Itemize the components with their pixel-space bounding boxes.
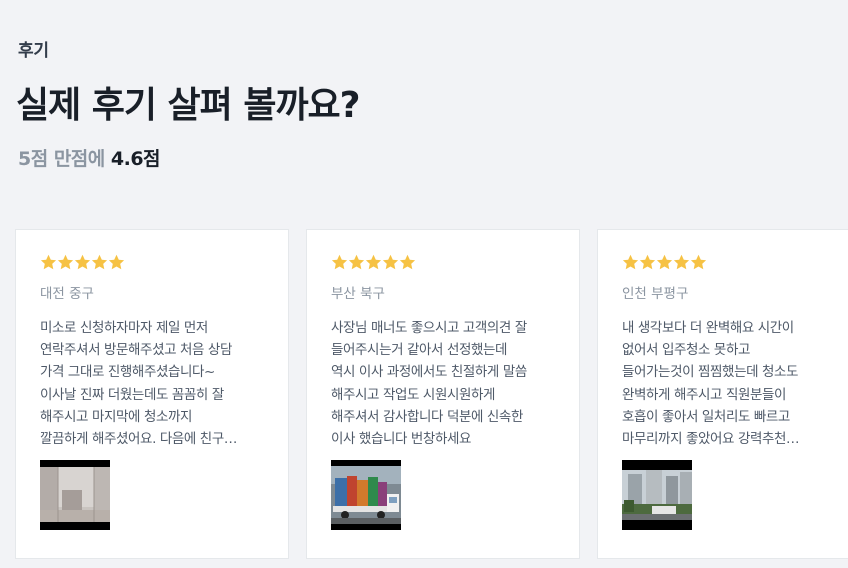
- review-location: 인천 부평구: [622, 286, 689, 302]
- review-card[interactable]: 대전 중구 미소로 신청하자마자 제일 먼저 연락주셔서 방문해주셨고 처음 상…: [15, 229, 289, 559]
- review-text-line: 마무리까지 좋았어요 강력추천…: [622, 431, 800, 448]
- star-icon: [74, 254, 91, 271]
- review-text: 미소로 신청하자마자 제일 먼저 연락주셔서 방문해주셨고 처음 상담 가격 그…: [40, 317, 272, 450]
- score-prefix: 5점 만점에: [18, 148, 111, 170]
- review-text-line: 해주시고 마지막에 청소까지: [40, 408, 193, 425]
- star-rating: [622, 254, 707, 274]
- review-location: 대전 중구: [40, 286, 94, 302]
- review-text-line: 사장님 매너도 좋으시고 고객의견 잘: [331, 320, 527, 336]
- section-label: 후기: [18, 41, 49, 61]
- review-location: 부산 북구: [331, 286, 385, 302]
- review-text-line: 들어주시는거 같아서 선정했는데: [331, 342, 508, 359]
- star-icon: [331, 254, 348, 271]
- review-photo-room[interactable]: [40, 460, 110, 530]
- star-rating: [40, 254, 125, 274]
- review-text-line: 깔끔하게 해주셨어요. 다음에 친구…: [40, 431, 237, 448]
- review-text-line: 연락주셔서 방문해주셨고 처음 상담: [40, 342, 232, 359]
- page-title: 실제 후기 살펴 볼까요?: [16, 85, 361, 126]
- star-icon: [382, 254, 399, 271]
- star-icon: [108, 254, 125, 271]
- review-text-line: 들어가는것이 찜찜했는데 청소도: [622, 364, 799, 381]
- review-photo-apartment[interactable]: [622, 460, 692, 530]
- star-icon: [348, 254, 365, 271]
- review-text: 사장님 매너도 좋으시고 고객의견 잘 들어주시는거 같아서 선정했는데 역시 …: [331, 317, 563, 450]
- review-card[interactable]: 부산 북구 사장님 매너도 좋으시고 고객의견 잘 들어주시는거 같아서 선정했…: [306, 229, 580, 559]
- review-text-line: 미소로 신청하자마자 제일 먼저: [40, 320, 208, 336]
- review-text-line: 해주시고 작업도 시원시원하게: [331, 386, 496, 403]
- review-text-line: 가격 그대로 진행해주셨습니다~: [40, 364, 215, 381]
- review-text-line: 호흡이 좋아서 일처리도 빠르고: [622, 408, 790, 425]
- star-icon: [690, 254, 707, 271]
- review-text-line: 이사 했습니다 번창하세요: [331, 431, 472, 448]
- review-text-line: 완벽하게 해주시고 직원분들이: [622, 386, 787, 403]
- score-summary: 5점 만점에 4.6점: [18, 144, 161, 171]
- star-icon: [622, 254, 639, 271]
- star-icon: [57, 254, 74, 271]
- star-icon: [40, 254, 57, 271]
- star-icon: [639, 254, 656, 271]
- review-text-line: 이사날 진짜 더웠는데도 꼼꼼히 잘: [40, 386, 224, 403]
- score-value: 4.6점: [110, 148, 161, 170]
- review-text-line: 없어서 입주청소 못하고: [622, 342, 750, 359]
- review-text-line: 역시 이사 과정에서도 친절하게 말씀: [331, 364, 527, 381]
- star-icon: [91, 254, 108, 271]
- review-list[interactable]: 대전 중구 미소로 신청하자마자 제일 먼저 연락주셔서 방문해주셨고 처음 상…: [15, 229, 848, 568]
- star-rating: [331, 254, 416, 274]
- star-icon: [399, 254, 416, 271]
- star-icon: [673, 254, 690, 271]
- review-text-line: 내 생각보다 더 완벽해요 시간이: [622, 320, 794, 336]
- review-photo-truck[interactable]: [331, 460, 401, 530]
- review-text-line: 해주셔서 감사합니다 덕분에 신속한: [331, 408, 523, 425]
- star-icon: [365, 254, 382, 271]
- star-icon: [656, 254, 673, 271]
- review-text: 내 생각보다 더 완벽해요 시간이 없어서 입주청소 못하고 들어가는것이 찜찜…: [622, 317, 848, 450]
- review-card[interactable]: 인천 부평구 내 생각보다 더 완벽해요 시간이 없어서 입주청소 못하고 들어…: [597, 229, 848, 559]
